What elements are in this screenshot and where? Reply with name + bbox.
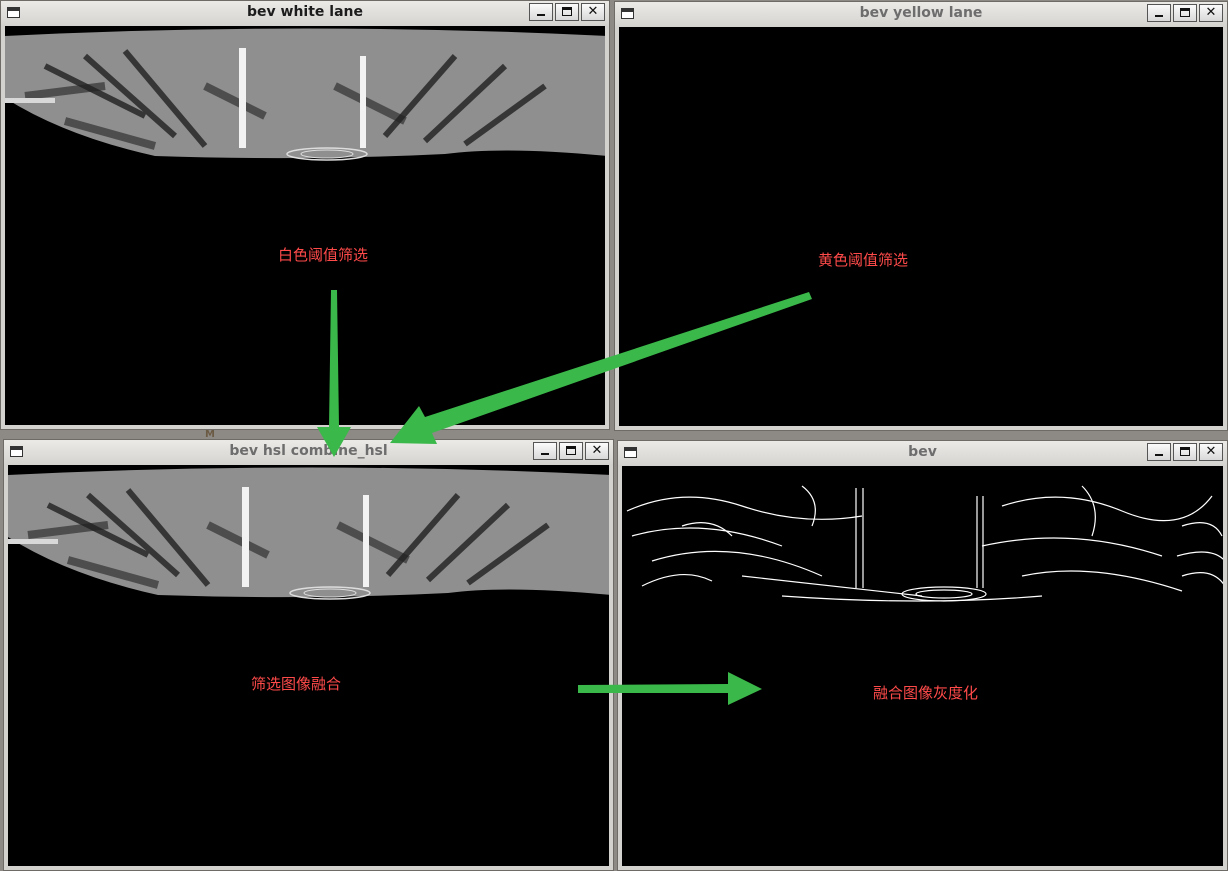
close-button[interactable]: ✕ xyxy=(585,442,609,460)
bev-combined-image xyxy=(8,467,609,600)
minimize-icon xyxy=(537,14,545,16)
maximize-icon xyxy=(1180,8,1190,17)
combine-caption: 筛选图像融合 xyxy=(251,675,342,693)
bev-white-lane-image xyxy=(5,28,605,161)
window-bev-yellow-lane[interactable]: bev yellow lane ✕ 黄色阈值筛选 xyxy=(614,1,1228,431)
maximize-button[interactable] xyxy=(559,442,583,460)
titlebar[interactable]: bev yellow lane ✕ xyxy=(615,2,1227,26)
minimize-icon xyxy=(541,453,549,455)
minimize-button[interactable] xyxy=(1147,4,1171,22)
window-bev-hsl-combine[interactable]: bev hsl combine_hsl ✕ 筛选图像融合 xyxy=(3,439,614,871)
window-title: bev white lane xyxy=(247,4,363,20)
minimize-icon xyxy=(1155,454,1163,456)
minimize-icon xyxy=(1155,15,1163,17)
minimize-button[interactable] xyxy=(533,442,557,460)
white-threshold-caption: 白色阈值筛选 xyxy=(278,246,369,264)
lane-line-left xyxy=(239,48,246,148)
image-canvas: 融合图像灰度化 xyxy=(622,466,1223,866)
lane-line-left xyxy=(242,487,249,587)
maximize-icon xyxy=(562,7,572,16)
window-bev[interactable]: bev ✕ 融合图像灰度化 xyxy=(617,440,1228,871)
maximize-button[interactable] xyxy=(555,3,579,21)
window-title: bev hsl combine_hsl xyxy=(229,443,388,459)
titlebar[interactable]: bev ✕ xyxy=(618,441,1227,465)
maximize-icon xyxy=(566,446,576,455)
minimize-button[interactable] xyxy=(529,3,553,21)
image-canvas: 白色阈值筛选 xyxy=(5,26,605,425)
yellow-threshold-caption: 黄色阈值筛选 xyxy=(818,251,909,269)
window-bev-white-lane[interactable]: bev white lane ✕ 白色阈值筛选 xyxy=(0,0,610,430)
close-button[interactable]: ✕ xyxy=(1199,443,1223,461)
stray-glyph: M xyxy=(205,429,215,440)
close-button[interactable]: ✕ xyxy=(1199,4,1223,22)
maximize-button[interactable] xyxy=(1173,4,1197,22)
maximize-button[interactable] xyxy=(1173,443,1197,461)
image-canvas: 黄色阈值筛选 xyxy=(619,27,1223,426)
titlebar[interactable]: bev hsl combine_hsl ✕ xyxy=(4,440,613,464)
close-button[interactable]: ✕ xyxy=(581,3,605,21)
window-title: bev yellow lane xyxy=(859,5,983,21)
image-canvas: 筛选图像融合 xyxy=(8,465,609,866)
window-title: bev xyxy=(908,444,937,460)
titlebar[interactable]: bev white lane ✕ xyxy=(1,1,609,25)
bev-gray-edge-image xyxy=(626,485,1223,602)
lane-line-right xyxy=(363,495,369,587)
grayscale-caption: 融合图像灰度化 xyxy=(873,684,979,702)
minimize-button[interactable] xyxy=(1147,443,1171,461)
lane-line-right xyxy=(360,56,366,148)
maximize-icon xyxy=(1180,447,1190,456)
